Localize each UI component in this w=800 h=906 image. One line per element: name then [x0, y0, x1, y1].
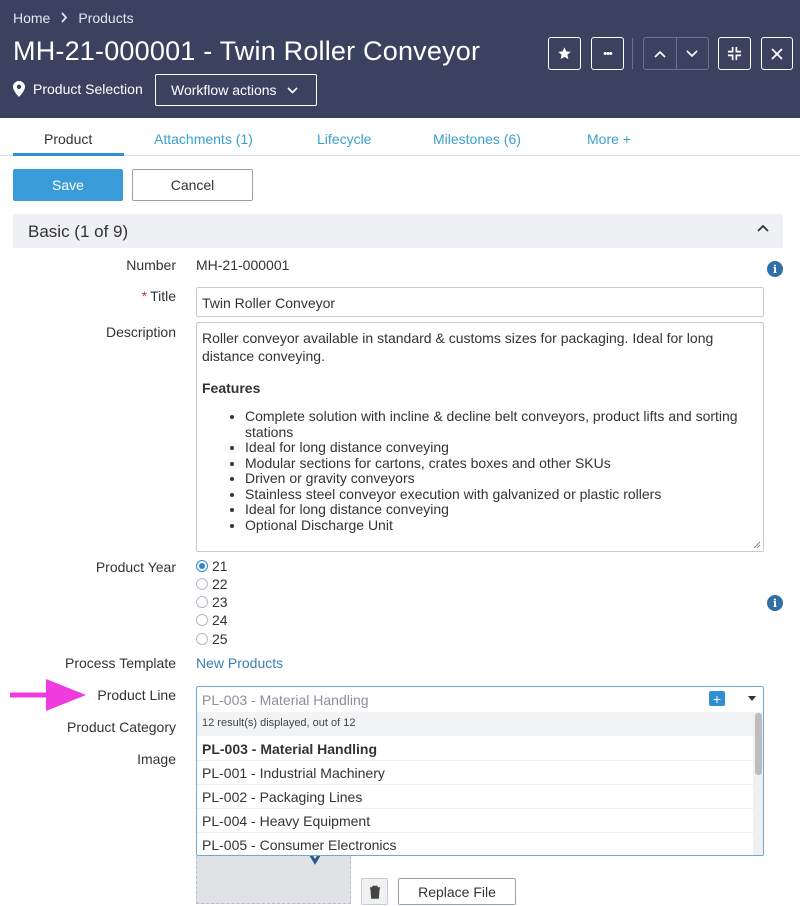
list-item: Optional Discharge Unit	[245, 517, 758, 534]
star-icon	[558, 47, 571, 60]
features-heading: Features	[202, 380, 261, 396]
number-value: MH-21-000001	[196, 257, 290, 273]
favorite-button[interactable]	[548, 37, 581, 70]
required-marker: *	[141, 288, 148, 304]
product-line-select[interactable]: PL-003 - Material Handling +	[197, 687, 763, 712]
list-item[interactable]: PL-004 - Heavy Equipment	[197, 809, 753, 833]
annotation-arrow-icon	[10, 679, 86, 711]
image-label: Image	[137, 751, 176, 767]
list-item[interactable]: PL-005 - Consumer Electronics	[197, 833, 753, 855]
radio-label: 24	[212, 612, 228, 628]
list-item[interactable]: PL-003 - Material Handling	[197, 737, 753, 761]
replace-file-button[interactable]: Replace File	[398, 878, 516, 905]
title-label: * Title	[142, 288, 176, 304]
tab-bar: Product Attachments (1) Lifecycle Milest…	[0, 118, 800, 156]
resize-handle-icon[interactable]	[753, 541, 761, 549]
result-count: 12 result(s) displayed, out of 12	[197, 712, 753, 736]
breadcrumb-home[interactable]: Home	[13, 10, 50, 26]
list-item[interactable]: PL-001 - Industrial Machinery	[197, 761, 753, 785]
breadcrumb: Home Products	[13, 10, 134, 26]
chevron-up-icon[interactable]	[757, 224, 769, 232]
breadcrumb-chevron-icon	[60, 10, 68, 26]
product-line-value: PL-003 - Material Handling	[202, 692, 369, 708]
number-label: Number	[126, 257, 176, 273]
minimize-button[interactable]	[718, 37, 751, 70]
breadcrumb-products[interactable]: Products	[78, 10, 133, 26]
radio-icon[interactable]	[196, 633, 208, 645]
section-header-basic[interactable]: Basic (1 of 9)	[13, 214, 783, 248]
features-list: Complete solution with incline & decline…	[202, 408, 758, 534]
workflow-actions-dropdown[interactable]: Workflow actions	[155, 74, 317, 106]
radio-label: 22	[212, 576, 228, 592]
list-item: Ideal for long distance conveying	[245, 439, 758, 456]
title-field[interactable]: Twin Roller Conveyor	[196, 287, 764, 317]
chevron-up-icon	[654, 50, 666, 58]
close-icon	[771, 47, 783, 60]
list-item: Complete solution with incline & decline…	[245, 408, 758, 440]
tab-more[interactable]: More +	[587, 131, 631, 147]
product-year-option-21[interactable]: 21	[196, 558, 228, 574]
previous-record-button[interactable]	[644, 38, 676, 69]
minimize-icon	[727, 46, 742, 61]
save-button[interactable]: Save	[13, 169, 123, 201]
process-template-label: Process Template	[64, 655, 176, 671]
caret-down-icon[interactable]	[748, 696, 756, 701]
radio-label: 25	[212, 631, 228, 647]
tab-product[interactable]: Product	[44, 131, 92, 147]
radio-label: 23	[212, 594, 228, 610]
product-year-option-24[interactable]: 24	[196, 612, 228, 628]
radio-selected-icon[interactable]	[196, 560, 208, 572]
tab-lifecycle[interactable]: Lifecycle	[317, 131, 371, 147]
list-item: Driven or gravity conveyors	[245, 470, 758, 487]
map-pin-icon	[13, 81, 25, 97]
next-record-button[interactable]	[675, 38, 709, 69]
product-year-option-23[interactable]: 23	[196, 594, 228, 610]
product-year-option-22[interactable]: 22	[196, 576, 228, 592]
description-intro: Roller conveyor available in standard & …	[202, 330, 714, 364]
header-divider	[632, 38, 633, 69]
title-label-text: Title	[150, 288, 176, 304]
section-title: Basic (1 of 9)	[28, 222, 129, 241]
tab-milestones[interactable]: Milestones (6)	[433, 131, 521, 147]
list-item[interactable]: PL-002 - Packaging Lines	[197, 785, 753, 809]
list-item: Modular sections for cartons, crates box…	[245, 455, 758, 472]
dropdown-scrollbar-thumb[interactable]	[755, 713, 762, 775]
more-options-button[interactable]: •••	[591, 37, 624, 70]
record-nav-group	[643, 37, 709, 70]
description-textarea[interactable]: Roller conveyor available in standard & …	[196, 322, 764, 552]
radio-label: 21	[212, 558, 228, 574]
product-category-label: Product Category	[67, 719, 176, 735]
chevron-down-icon	[286, 86, 298, 94]
info-icon[interactable]: i	[767, 261, 783, 277]
product-line-dropdown[interactable]: PL-003 - Material Handling + 12 result(s…	[196, 686, 764, 856]
product-selection-label: Product Selection	[33, 81, 143, 97]
list-item: Stainless steel conveyor execution with …	[245, 486, 758, 503]
radio-icon[interactable]	[196, 578, 208, 590]
product-line-label: Product Line	[97, 687, 176, 703]
description-label: Description	[105, 324, 176, 340]
list-item: Ideal for long distance conveying	[245, 501, 758, 518]
product-image[interactable]	[196, 852, 351, 904]
more-icon: •••	[603, 47, 613, 60]
page-title: MH-21-000001 - Twin Roller Conveyor	[13, 36, 481, 66]
trash-icon	[369, 885, 380, 899]
product-year-option-25[interactable]: 25	[196, 631, 228, 647]
page-header: Home Products MH-21-000001 - Twin Roller…	[0, 0, 800, 118]
delete-image-button[interactable]	[361, 878, 388, 905]
tab-attachments[interactable]: Attachments (1)	[154, 131, 253, 147]
active-tab-indicator	[13, 153, 124, 156]
radio-icon[interactable]	[196, 614, 208, 626]
workflow-actions-label: Workflow actions	[171, 82, 277, 98]
cancel-button[interactable]: Cancel	[132, 169, 253, 201]
info-icon[interactable]: i	[767, 595, 783, 611]
process-template-link[interactable]: New Products	[196, 655, 283, 671]
add-product-line-button[interactable]: +	[709, 691, 725, 706]
product-selection[interactable]: Product Selection	[13, 81, 143, 97]
close-button[interactable]	[761, 37, 793, 70]
product-year-label: Product Year	[95, 559, 176, 575]
radio-icon[interactable]	[196, 596, 208, 608]
chevron-down-icon	[686, 49, 698, 57]
